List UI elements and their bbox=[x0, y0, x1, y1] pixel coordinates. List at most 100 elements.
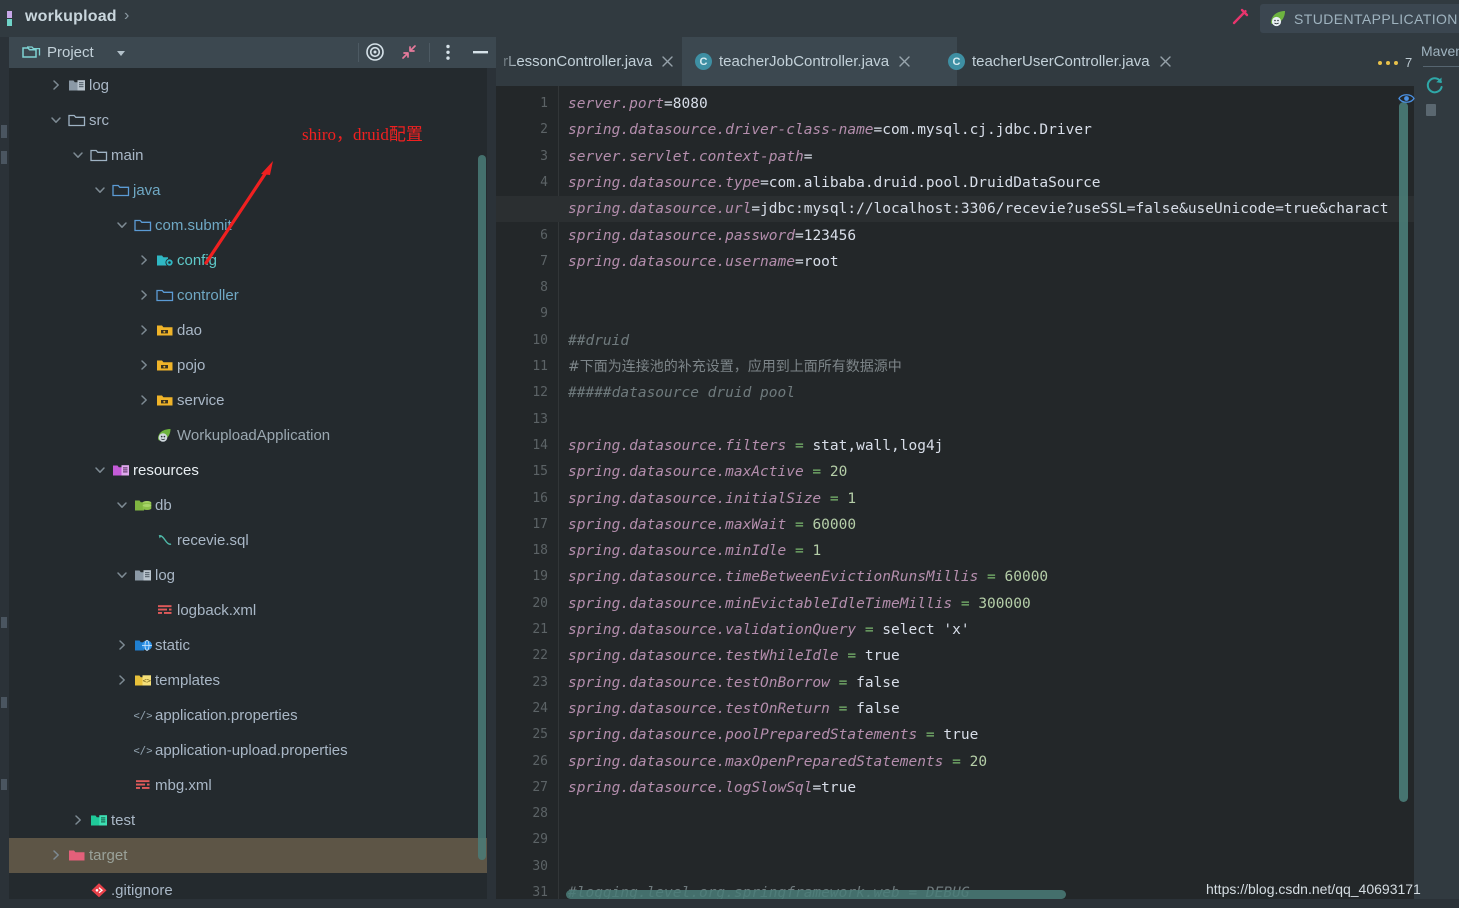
select-opened-file-target-icon[interactable] bbox=[359, 37, 391, 68]
code-line[interactable]: spring.datasource.minEvictableIdleTimeMi… bbox=[568, 591, 1031, 617]
close-icon[interactable] bbox=[1157, 53, 1174, 70]
chevron-down-icon[interactable] bbox=[115, 218, 129, 232]
editor-tab-strip[interactable]: rLessonController.java CteacherJobControl… bbox=[496, 37, 1459, 86]
code-line[interactable]: spring.datasource.maxOpenPreparedStateme… bbox=[568, 749, 987, 775]
tree-item-db[interactable]: db bbox=[9, 488, 487, 523]
chevron-right-icon[interactable] bbox=[49, 78, 63, 92]
code-editor[interactable]: 1234567891011121314151617181920212223242… bbox=[496, 86, 1414, 908]
editor-tab-teacherjobcontroller[interactable]: CteacherJobController.java bbox=[682, 37, 957, 86]
code-token: stat,wall,log4j bbox=[812, 437, 944, 454]
maven-tab-label[interactable]: Maven bbox=[1421, 43, 1459, 59]
code-line[interactable]: spring.datasource.initialSize = 1 bbox=[568, 486, 856, 512]
code-line[interactable]: spring.datasource.timeBetweenEvictionRun… bbox=[568, 564, 1048, 590]
minimize-icon[interactable] bbox=[464, 37, 496, 68]
tree-item-resources[interactable]: resources bbox=[9, 453, 487, 488]
tree-item-label: resources bbox=[133, 462, 199, 479]
code-line[interactable]: spring.datasource.password=123456 bbox=[568, 223, 856, 249]
tree-item-mbg-xml[interactable]: mbg.xml bbox=[9, 768, 487, 803]
chevron-down-icon[interactable] bbox=[115, 568, 129, 582]
tree-item-config[interactable]: config bbox=[9, 243, 487, 278]
editor-tab-label: teacherUserController.java bbox=[972, 53, 1150, 70]
chevron-down-icon[interactable] bbox=[115, 498, 129, 512]
tree-item-log[interactable]: log bbox=[9, 68, 487, 103]
editor-horizontal-scrollbar[interactable] bbox=[566, 890, 1066, 899]
code-line[interactable]: server.port=8080 bbox=[568, 91, 708, 117]
collapse-all-icon[interactable] bbox=[393, 37, 425, 68]
chevron-down-icon[interactable] bbox=[71, 148, 85, 162]
tree-item-test[interactable]: test bbox=[9, 803, 487, 838]
tree-item-workuploadapplication[interactable]: WorkuploadApplication bbox=[9, 418, 487, 453]
close-icon[interactable] bbox=[659, 53, 676, 70]
code-line[interactable]: spring.datasource.username=root bbox=[568, 249, 839, 275]
chevron-down-icon[interactable] bbox=[93, 183, 107, 197]
code-token: ##druid bbox=[568, 332, 630, 349]
chevron-right-icon[interactable] bbox=[71, 813, 85, 827]
chevron-right-icon[interactable] bbox=[115, 638, 129, 652]
chevron-right-icon[interactable] bbox=[137, 323, 151, 337]
chevron-down-icon[interactable] bbox=[93, 463, 107, 477]
chevron-right-icon[interactable] bbox=[137, 253, 151, 267]
code-line[interactable]: spring.datasource.minIdle = 1 bbox=[568, 538, 821, 564]
run-configuration-selector[interactable]: STUDENTAPPLICATION bbox=[1260, 4, 1459, 33]
code-token: = bbox=[786, 543, 813, 560]
code-line[interactable]: spring.datasource.testWhileIdle = true bbox=[568, 643, 900, 669]
tree-item-recevie-sql[interactable]: recevie.sql bbox=[9, 523, 487, 558]
project-tree[interactable]: log src main java com.submit config controller… bbox=[9, 68, 487, 908]
code-line[interactable]: spring.datasource.driver-class-name=com.… bbox=[568, 117, 1092, 143]
chevron-right-icon[interactable] bbox=[49, 848, 63, 862]
maven-underline bbox=[1423, 66, 1459, 67]
code-line[interactable]: spring.datasource.poolPreparedStatements… bbox=[568, 722, 978, 748]
editor-tab-teacherusercontroller[interactable]: CteacherUserController.java bbox=[935, 37, 1208, 86]
tree-item-com-submit[interactable]: com.submit bbox=[9, 208, 487, 243]
code-line[interactable]: #####datasource druid pool bbox=[568, 380, 795, 406]
code-line[interactable]: spring.datasource.type=com.alibaba.druid… bbox=[568, 170, 1101, 196]
editor-vertical-scrollbar[interactable] bbox=[1399, 102, 1408, 802]
tree-item-templates[interactable]: <> templates bbox=[9, 663, 487, 698]
tree-item-label: target bbox=[89, 847, 128, 864]
tree-item-dao[interactable]: dao bbox=[9, 313, 487, 348]
tree-item-controller[interactable]: controller bbox=[9, 278, 487, 313]
line-number: 18 bbox=[532, 543, 548, 559]
preview-eye-icon[interactable] bbox=[1398, 92, 1415, 105]
tree-item-service[interactable]: service bbox=[9, 383, 487, 418]
more-options-icon[interactable] bbox=[432, 37, 464, 68]
tree-item-java[interactable]: java bbox=[9, 173, 487, 208]
close-icon[interactable] bbox=[896, 53, 913, 70]
tree-item-pojo[interactable]: pojo bbox=[9, 348, 487, 383]
code-line[interactable]: spring.datasource.filters = stat,wall,lo… bbox=[568, 433, 943, 459]
tree-item-logback-xml[interactable]: logback.xml bbox=[9, 593, 487, 628]
chevron-right-icon[interactable] bbox=[137, 288, 151, 302]
tree-item-log[interactable]: log bbox=[9, 558, 487, 593]
code-line[interactable]: spring.datasource.testOnReturn = false bbox=[568, 696, 900, 722]
svg-text:</>: </> bbox=[134, 744, 152, 757]
line-number: 17 bbox=[532, 516, 548, 532]
editor-code-area[interactable]: server.port=8080 spring.datasource.driver… bbox=[496, 86, 1414, 908]
tree-item-application-upload-properties[interactable]: </> application-upload.properties bbox=[9, 733, 487, 768]
problems-indicator[interactable]: 7 bbox=[1378, 55, 1412, 70]
code-line[interactable]: server.servlet.context-path= bbox=[568, 144, 812, 170]
tree-item-static[interactable]: static bbox=[9, 628, 487, 663]
breadcrumb-project-name[interactable]: workupload bbox=[25, 8, 117, 26]
tree-item-application-properties[interactable]: </> application.properties bbox=[9, 698, 487, 733]
code-line[interactable]: #下面为连接池的补充设置，应用到上面所有数据源中 bbox=[568, 354, 902, 380]
code-line[interactable]: spring.datasource.logSlowSql=true bbox=[568, 775, 856, 801]
chevron-right-icon[interactable] bbox=[137, 358, 151, 372]
chevron-down-icon[interactable] bbox=[117, 51, 125, 56]
chevron-right-icon[interactable] bbox=[137, 393, 151, 407]
project-tree-scrollbar[interactable] bbox=[478, 155, 486, 860]
folder-yellow-icon bbox=[156, 392, 174, 408]
tree-item-target[interactable]: target bbox=[9, 838, 487, 873]
code-line[interactable]: spring.datasource.maxActive = 20 bbox=[568, 459, 847, 485]
build-hammer-icon[interactable] bbox=[1226, 7, 1250, 31]
code-line[interactable]: spring.datasource.maxWait = 60000 bbox=[568, 512, 856, 538]
editor-tab-rlessoncontroller[interactable]: rLessonController.java bbox=[496, 37, 704, 86]
code-line[interactable]: spring.datasource.validationQuery = sele… bbox=[568, 617, 970, 643]
code-line[interactable]: ##druid bbox=[568, 328, 629, 354]
line-number: 24 bbox=[532, 700, 548, 716]
chevron-down-icon[interactable] bbox=[49, 113, 63, 127]
chevron-right-icon[interactable] bbox=[115, 673, 129, 687]
refresh-icon[interactable] bbox=[1424, 74, 1446, 96]
code-line[interactable]: spring.datasource.url=jdbc:mysql://local… bbox=[568, 196, 1389, 222]
folder-package-icon bbox=[134, 217, 152, 233]
code-line[interactable]: spring.datasource.testOnBorrow = false bbox=[568, 670, 900, 696]
